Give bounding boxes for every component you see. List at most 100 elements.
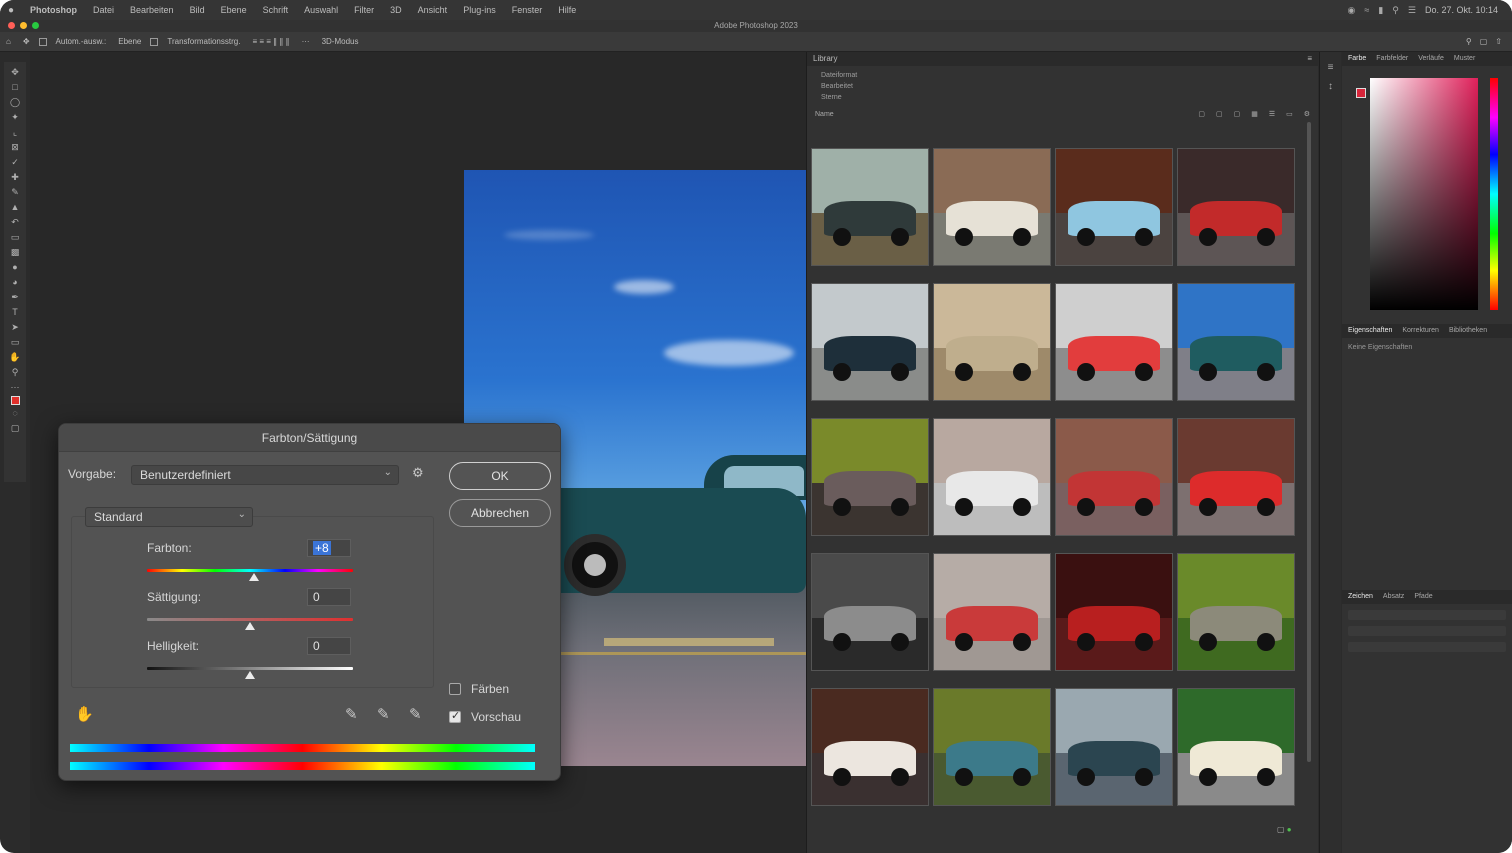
library-thumbnail[interactable]: 20_Mnb.jpg [1177, 688, 1295, 806]
hue-value-field[interactable]: +8 [307, 539, 351, 557]
menu-ansicht[interactable]: Ansicht [410, 5, 456, 15]
home-icon[interactable]: ⌂ [0, 37, 17, 46]
library-thumbnail[interactable]: 11_Mnb.jpg [1055, 418, 1173, 536]
history-panel-icon[interactable]: ≡ [1328, 62, 1334, 73]
panel-menu-icon[interactable]: ≡ [1307, 54, 1312, 64]
hue-slider-track[interactable] [147, 569, 353, 572]
frame-tool-icon[interactable]: ⊠ [8, 141, 22, 154]
eyedropper-plus-icon[interactable]: ✎ [377, 705, 390, 723]
view-icon[interactable]: ▢ [1216, 110, 1223, 118]
hue-slider-handle[interactable] [249, 573, 260, 581]
hand-tool-icon[interactable]: ✋ [8, 351, 22, 364]
foreground-color-swatch[interactable] [10, 396, 20, 405]
tab-libraries[interactable]: Bibliotheken [1449, 327, 1487, 335]
shape-tool-icon[interactable]: ▭ [8, 336, 22, 349]
targeted-adjustment-hand-icon[interactable]: ✋ [75, 705, 94, 723]
view-icon[interactable]: ▢ [1198, 110, 1205, 118]
colorize-checkbox[interactable] [449, 683, 461, 695]
type-tool-icon[interactable]: T [8, 306, 22, 319]
move-tool-icon[interactable]: ✥ [17, 37, 36, 46]
battery-icon[interactable]: ▮ [1378, 5, 1383, 16]
library-thumbnail[interactable]: 18_Mnb.jpg [933, 688, 1051, 806]
creative-cloud-icon[interactable]: ◉ [1348, 5, 1356, 16]
menu-fenster[interactable]: Fenster [504, 5, 551, 15]
tab-properties[interactable]: Eigenschaften [1348, 327, 1392, 335]
new-folder-icon[interactable]: ▢ [1277, 825, 1285, 834]
library-scrollbar[interactable] [1307, 122, 1311, 762]
font-style-field[interactable] [1348, 626, 1506, 636]
gradient-tool-icon[interactable]: ▩ [8, 246, 22, 259]
menu-3d[interactable]: 3D [382, 5, 410, 15]
move-tool-icon[interactable]: ✥ [8, 66, 22, 79]
library-title[interactable]: Library [813, 54, 837, 64]
path-select-tool-icon[interactable]: ➤ [8, 321, 22, 334]
saturation-value-field[interactable]: 0 [307, 588, 351, 606]
preset-select[interactable]: Benutzerdefiniert ⌄ [131, 465, 399, 485]
brush-tool-icon[interactable]: ✎ [8, 186, 22, 199]
menu-ebene[interactable]: Ebene [213, 5, 255, 15]
library-thumbnail[interactable]: 14_Mnb.jpg [933, 553, 1051, 671]
tab-gradients[interactable]: Verläufe [1418, 55, 1444, 63]
tab-paths[interactable]: Pfade [1414, 593, 1432, 601]
auto-select-checkbox[interactable] [38, 37, 47, 46]
library-thumbnail[interactable]: 01_Mtub.jpg [811, 148, 929, 266]
crop-tool-icon[interactable]: ⌞ [8, 126, 22, 139]
sort-dropdown[interactable]: Name [815, 111, 834, 118]
saturation-slider-handle[interactable] [245, 622, 255, 630]
library-thumbnail[interactable]: 15_Mnb.jpg [1055, 553, 1173, 671]
transform-controls-checkbox[interactable] [150, 37, 159, 46]
menu-datei[interactable]: Datei [85, 5, 122, 15]
menu-auswahl[interactable]: Auswahl [296, 5, 346, 15]
align-icons[interactable]: ≡ ≡ ≡ ∥ ∥ ∥ [246, 37, 295, 46]
library-thumbnail[interactable]: 08_Mnb.jpg [1177, 283, 1295, 401]
healing-tool-icon[interactable]: ✚ [8, 171, 22, 184]
eyedropper-minus-icon[interactable]: ✎ [409, 705, 422, 723]
library-thumbnail[interactable]: 12_Mnb.jpg [1177, 418, 1295, 536]
pen-tool-icon[interactable]: ✒ [8, 291, 22, 304]
tab-character[interactable]: Zeichen [1348, 593, 1373, 601]
screen-mode-icon[interactable]: ▢ [8, 422, 22, 435]
zoom-tool-icon[interactable]: ⚲ [8, 366, 22, 379]
font-size-field[interactable] [1348, 642, 1506, 652]
menu-bild[interactable]: Bild [182, 5, 213, 15]
font-field[interactable] [1348, 610, 1506, 620]
zoom-window-icon[interactable] [32, 22, 39, 29]
library-thumbnail[interactable]: 16_Mnb.jpg [1177, 553, 1295, 671]
lightness-slider-handle[interactable] [245, 671, 255, 679]
stamp-tool-icon[interactable]: ▲ [8, 201, 22, 214]
workspace-icon[interactable]: ▢ [1480, 37, 1488, 46]
history-brush-icon[interactable]: ↶ [8, 216, 22, 229]
share-icon[interactable]: ⇧ [1495, 37, 1502, 46]
more-tools-icon[interactable]: ··· [8, 381, 22, 394]
control-center-icon[interactable]: ☰ [1408, 5, 1416, 16]
grid-view-icon[interactable]: ▦ [1251, 110, 1258, 118]
menu-filter[interactable]: Filter [346, 5, 382, 15]
search-icon[interactable]: ⚲ [1392, 5, 1399, 16]
tab-paragraph[interactable]: Absatz [1383, 593, 1404, 601]
library-thumbnail[interactable]: 19_Mnb.jpg [1055, 688, 1173, 806]
dodge-tool-icon[interactable]: ◕ [8, 276, 22, 289]
library-thumbnail[interactable]: 10_Mnb.jpg [933, 418, 1051, 536]
wifi-icon[interactable]: ≈ [1364, 5, 1369, 15]
eyedropper-tool-icon[interactable]: ✓ [8, 156, 22, 169]
preview-checkbox[interactable] [449, 709, 461, 723]
filter-file-type[interactable]: Dateiformat [821, 70, 1304, 81]
color-picker-field[interactable] [1370, 78, 1478, 310]
library-thumbnail[interactable]: 05_Mnb.jpg [811, 283, 929, 401]
menu-bearbeiten[interactable]: Bearbeiten [122, 5, 182, 15]
more-icon[interactable]: ··· [296, 37, 316, 46]
channel-select[interactable]: Standard ⌄ [85, 507, 253, 527]
library-thumbnail[interactable]: 04_Mnb.jpg [1177, 148, 1295, 266]
adjustments-panel-icon[interactable]: ↕ [1328, 81, 1333, 92]
menu-schrift[interactable]: Schrift [255, 5, 297, 15]
menu-hilfe[interactable]: Hilfe [550, 5, 584, 15]
search-icon[interactable]: ⚲ [1466, 37, 1472, 46]
ok-button[interactable]: OK [449, 462, 551, 490]
quick-mask-icon[interactable]: ◌ [8, 407, 22, 420]
library-thumbnail[interactable]: 09_Mnb.jpg [811, 418, 929, 536]
tab-color[interactable]: Farbe [1348, 55, 1366, 63]
library-thumbnail[interactable]: 07_Mnb.jpg [1055, 283, 1173, 401]
minimize-window-icon[interactable] [20, 22, 27, 29]
tab-swatches[interactable]: Farbfelder [1376, 55, 1408, 63]
menu-photoshop[interactable]: Photoshop [22, 5, 85, 15]
